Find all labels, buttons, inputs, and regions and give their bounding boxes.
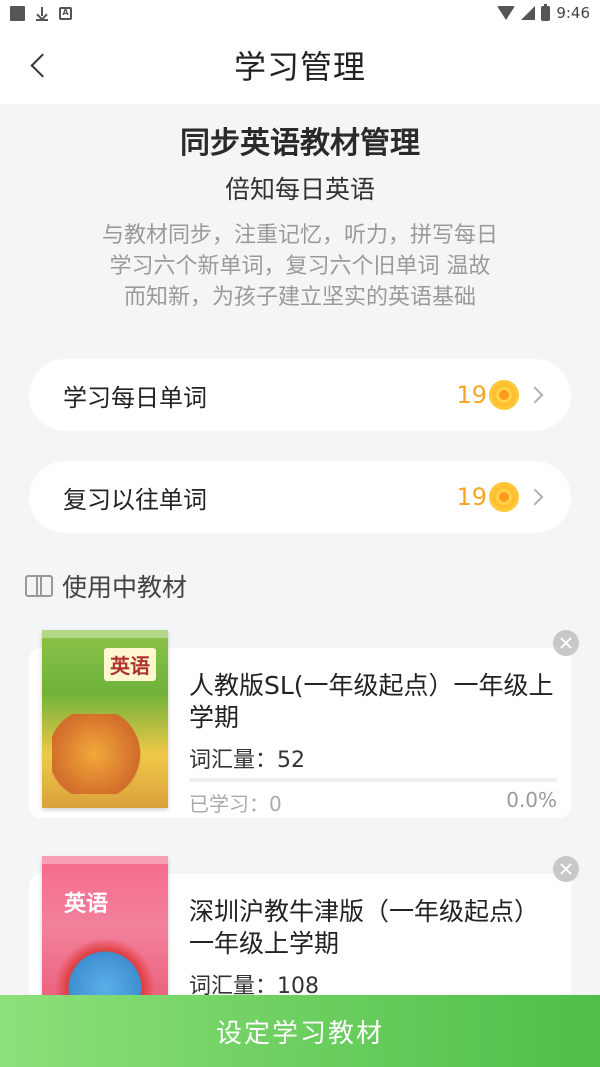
cover-label: 英语 <box>64 892 109 917</box>
cover-stripe <box>42 630 168 638</box>
set-textbook-button[interactable]: 设定学习教材 <box>0 995 600 1067</box>
book-title: 深圳沪教牛津版（一年级起点）一年级上学期 <box>189 897 540 958</box>
status-right-icons: 9:46 <box>497 3 590 22</box>
coin-icon <box>489 482 519 512</box>
book-icon <box>24 575 54 597</box>
learning-progress-bar <box>189 778 557 782</box>
page-title: 学习管理 <box>233 48 366 86</box>
battery-icon <box>541 3 551 21</box>
section-title: 使用中教材 <box>62 573 188 602</box>
review-past-words-button[interactable]: 复习以往单词 19 <box>29 461 571 533</box>
book-cover-image: 英语 <box>42 630 168 808</box>
intro-subtitle: 倍知每日英语 <box>224 175 375 204</box>
back-button[interactable] <box>26 52 54 80</box>
chevron-right-icon <box>526 386 544 404</box>
coin-count: 19 <box>456 381 487 409</box>
learned-count: 已学习：0 <box>189 792 282 816</box>
review-past-words-reward: 19 <box>456 482 544 512</box>
vocab-count: 词汇量：52 <box>189 748 305 773</box>
status-time: 9:46 <box>556 4 590 22</box>
study-daily-words-reward: 19 <box>456 380 544 410</box>
book-card[interactable]: 英语 人教版SL(一年级起点）一年级上学期 词汇量：52 已学习：0 0.0% <box>29 630 579 818</box>
status-left-icons: A <box>10 5 72 21</box>
study-daily-words-button[interactable]: 学习每日单词 19 <box>29 359 571 431</box>
intro-description: 与教材同步，注重记忆，听力，拼写每日学习六个新单词，复习六个旧单词 温故而知新，… <box>101 223 498 310</box>
coin-icon <box>489 380 519 410</box>
coin-count: 19 <box>456 483 487 511</box>
intro-title: 同步英语教材管理 <box>180 126 420 161</box>
cover-illustration <box>52 714 158 794</box>
app-header: 学习管理 <box>0 26 600 104</box>
review-past-words-label: 复习以往单词 <box>63 485 207 514</box>
section-header: 使用中教材 <box>24 568 187 604</box>
square-icon <box>10 5 25 21</box>
intro-section: 同步英语教材管理 倍知每日英语 与教材同步，注重记忆，听力，拼写每日学习六个新单… <box>0 118 600 313</box>
status-bar: A 9:46 <box>0 0 600 26</box>
study-daily-words-label: 学习每日单词 <box>63 383 207 412</box>
signal-icon <box>521 6 536 20</box>
a-icon: A <box>59 6 72 20</box>
progress-percent: 0.0% <box>506 788 557 812</box>
set-textbook-label: 设定学习教材 <box>215 1018 384 1049</box>
cover-stripe <box>42 856 168 864</box>
wifi-icon <box>497 6 516 20</box>
remove-book-button[interactable] <box>553 630 579 656</box>
remove-book-button[interactable] <box>553 856 579 882</box>
cover-label: 英语 <box>104 648 156 681</box>
download-icon <box>35 6 49 21</box>
chevron-right-icon <box>526 488 544 506</box>
book-title: 人教版SL(一年级起点）一年级上学期 <box>189 671 554 732</box>
